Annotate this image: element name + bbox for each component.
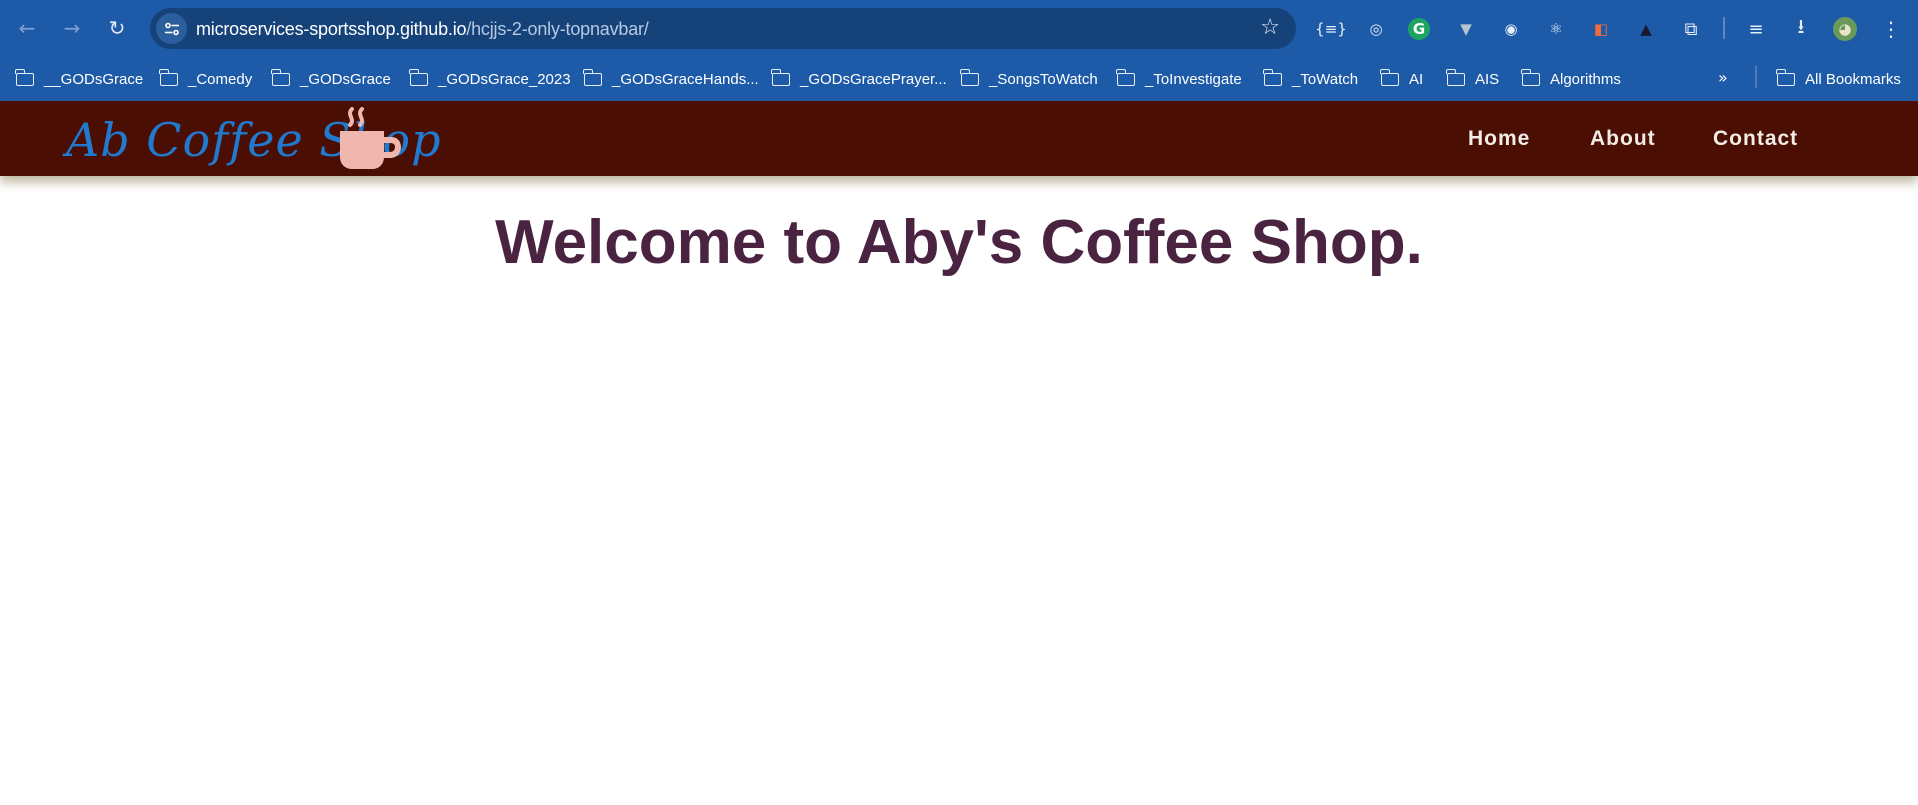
- target-icon[interactable]: ◉: [1498, 16, 1524, 42]
- reload-button[interactable]: ↻: [102, 13, 132, 43]
- bookmarks-divider: [1755, 66, 1757, 88]
- forward-button[interactable]: →: [57, 13, 87, 43]
- folder-icon: [1776, 68, 1795, 86]
- bookmarks-bar: __GODsGrace _Comedy _GODsGrace _GODsGrac…: [0, 58, 1918, 101]
- bookmark-folder[interactable]: _GODsGraceHands...: [583, 68, 759, 90]
- nav-contact-link[interactable]: Contact: [1713, 127, 1798, 151]
- bookmark-label: Algorithms: [1550, 70, 1621, 88]
- folder-icon: [15, 68, 34, 86]
- bookmark-label: AIS: [1475, 70, 1500, 88]
- puzzle-icon[interactable]: ⧉: [1678, 16, 1704, 42]
- folder-icon: [960, 68, 979, 86]
- folder-icon: [771, 68, 790, 86]
- bookmark-folder[interactable]: _ToInvestigate: [1116, 68, 1242, 90]
- bookmark-folder[interactable]: AIS: [1446, 68, 1500, 90]
- bookmark-label: __GODsGrace: [44, 70, 144, 88]
- bookmark-label: _ToWatch: [1292, 70, 1359, 88]
- forward-arrow-icon: →: [63, 16, 81, 40]
- bookmark-folder[interactable]: _GODsGrace_2023: [409, 68, 571, 90]
- all-bookmarks-label: All Bookmarks: [1805, 70, 1901, 88]
- flag-ext-icon[interactable]: ◧: [1588, 16, 1614, 42]
- coffee-cup-icon: [340, 107, 401, 169]
- site-info-button[interactable]: [156, 13, 187, 44]
- all-bookmarks-button[interactable]: All Bookmarks: [1776, 68, 1901, 90]
- toolbar-divider: [1723, 17, 1725, 39]
- bookmark-folder[interactable]: __GODsGrace: [15, 68, 144, 90]
- angular-icon[interactable]: ▲: [1633, 16, 1659, 42]
- site-topnav: Ab Coffee Shop Home About Contact: [0, 101, 1918, 176]
- bookmark-folder[interactable]: _SongsToWatch: [960, 68, 1098, 90]
- bookmark-label: _GODsGrace: [300, 70, 391, 88]
- bookmark-label: AI: [1409, 70, 1424, 88]
- media-queue-icon[interactable]: ≡: [1743, 16, 1769, 42]
- nav-home-link[interactable]: Home: [1468, 127, 1530, 151]
- folder-icon: [1521, 68, 1540, 86]
- tune-icon: [164, 22, 179, 35]
- bookmark-label: _SongsToWatch: [989, 70, 1098, 88]
- bookmark-folder[interactable]: _GODsGracePrayer...: [771, 68, 947, 90]
- bookmark-folder[interactable]: _GODsGrace: [271, 68, 391, 90]
- bookmark-label: _GODsGrace_2023: [438, 70, 571, 88]
- bookmark-folder[interactable]: _Comedy: [159, 68, 253, 90]
- react-icon[interactable]: ⚛: [1543, 16, 1569, 42]
- folder-icon: [409, 68, 428, 86]
- bookmark-folder[interactable]: _ToWatch: [1263, 68, 1359, 90]
- bookmark-star-icon[interactable]: ☆: [1260, 15, 1280, 40]
- address-bar[interactable]: microservices-sportsshop.github.io/hcjjs…: [150, 8, 1296, 49]
- folder-icon: [1446, 68, 1465, 86]
- grammarly-icon[interactable]: G: [1408, 18, 1430, 40]
- bookmark-label: _ToInvestigate: [1145, 70, 1242, 88]
- circle-ext-icon[interactable]: ◎: [1363, 16, 1389, 42]
- bookmark-label: _GODsGraceHands...: [612, 70, 759, 88]
- nav-about-link[interactable]: About: [1590, 127, 1656, 151]
- url-text[interactable]: microservices-sportsshop.github.io/hcjjs…: [196, 19, 649, 40]
- bookmark-label: _Comedy: [188, 70, 253, 88]
- folder-icon: [1263, 68, 1282, 86]
- reload-icon: ↻: [108, 16, 126, 40]
- download-icon[interactable]: ⭳: [1788, 14, 1814, 42]
- folder-icon: [1116, 68, 1135, 86]
- page-headline: Welcome to Aby's Coffee Shop.: [495, 208, 1423, 277]
- profile-avatar-icon[interactable]: ◕: [1833, 17, 1857, 41]
- back-arrow-icon: ←: [18, 16, 36, 40]
- bookmarks-overflow-icon[interactable]: »: [1718, 68, 1728, 87]
- url-domain: microservices-sportsshop.github.io: [196, 19, 467, 39]
- kebab-menu-icon[interactable]: ⋮: [1878, 16, 1904, 42]
- vue-icon[interactable]: ▼: [1453, 16, 1479, 42]
- folder-icon: [1380, 68, 1399, 86]
- bookmark-folder[interactable]: Algorithms: [1521, 68, 1621, 90]
- folder-icon: [271, 68, 290, 86]
- folder-icon: [583, 68, 602, 86]
- braces-icon[interactable]: {≡}: [1315, 16, 1347, 42]
- back-button[interactable]: ←: [12, 13, 42, 43]
- bookmark-label: _GODsGracePrayer...: [800, 70, 947, 88]
- folder-icon: [159, 68, 178, 86]
- url-path: /hcjjs-2-only-topnavbar/: [466, 19, 649, 39]
- bookmark-folder[interactable]: AI: [1380, 68, 1424, 90]
- browser-toolbar: ← → ↻ microservices-sportsshop.github.io…: [0, 0, 1918, 58]
